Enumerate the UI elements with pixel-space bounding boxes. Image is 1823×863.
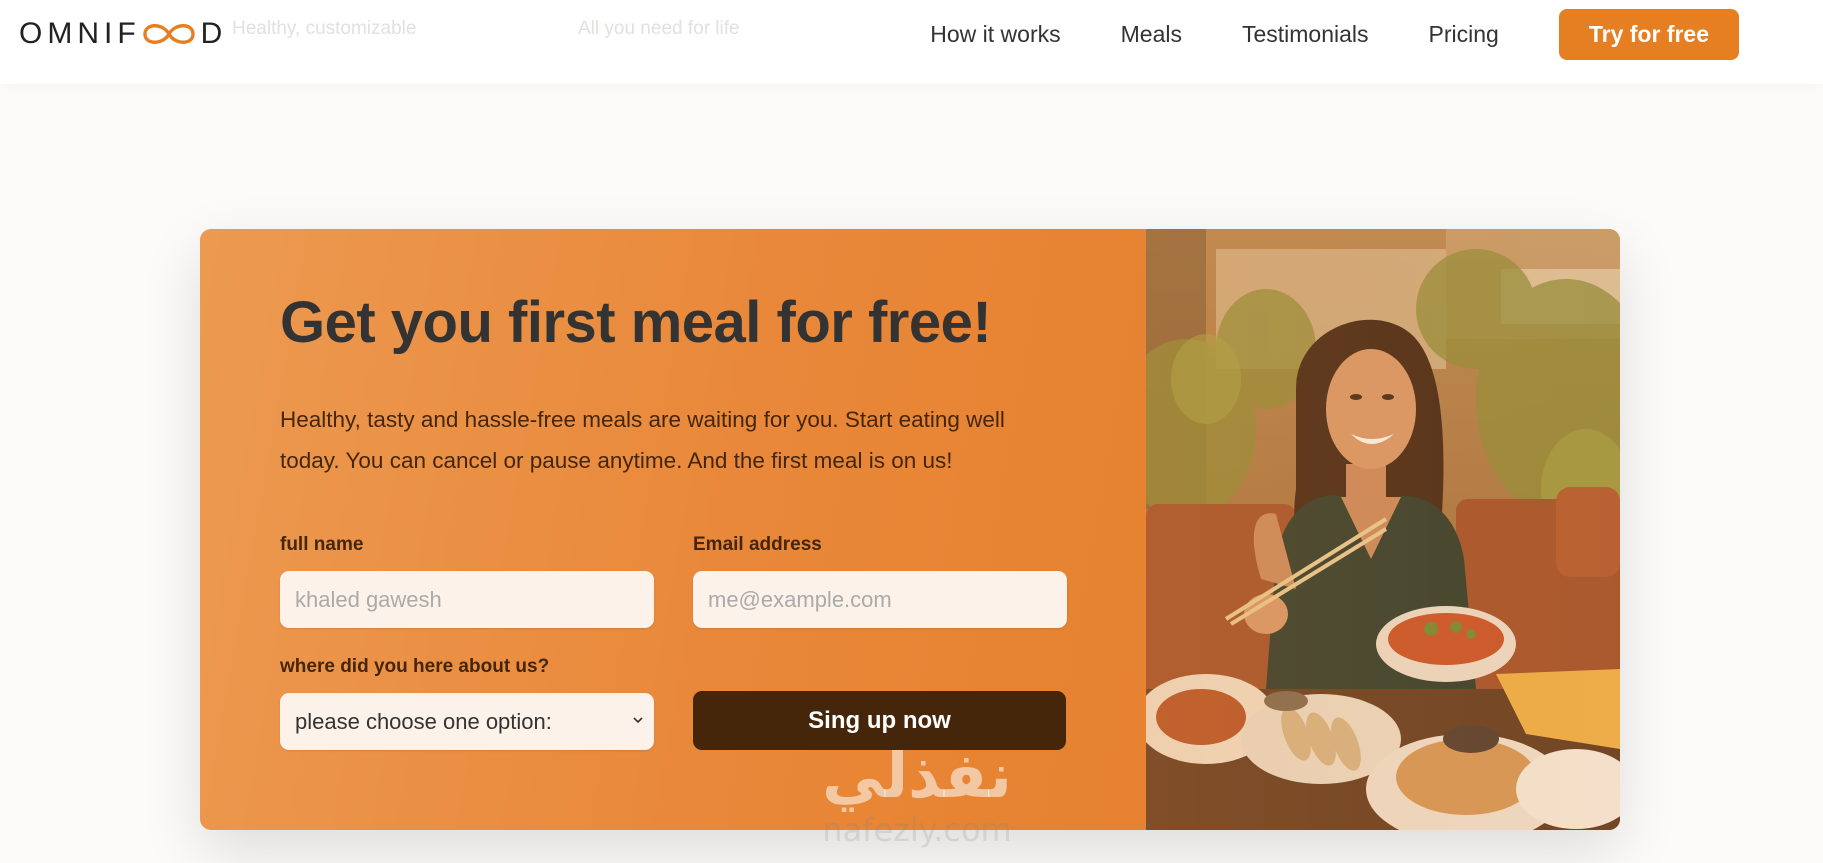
nav-link-testimonials[interactable]: Testimonials [1242, 21, 1369, 48]
cta-description: Healthy, tasty and hassle-free meals are… [280, 407, 1005, 473]
email-input[interactable] [693, 571, 1067, 628]
site-header: Healthy, customizable All you need for l… [0, 0, 1823, 84]
try-for-free-button[interactable]: Try for free [1558, 8, 1739, 60]
woman-eating-photo [1116, 229, 1620, 830]
main-nav: How it works Meals Testimonials Pricing … [930, 8, 1799, 60]
full-name-input[interactable] [280, 571, 654, 628]
header-ghost-text: All you need for life [578, 18, 740, 39]
infinity-logo-icon [142, 24, 195, 44]
source-select-value: please choose one option: [295, 708, 552, 734]
cta-image [1116, 229, 1620, 830]
source-select[interactable]: please choose one option: [280, 693, 654, 750]
logo-text-left: OMNIF [19, 17, 141, 50]
full-name-label: full name [280, 534, 364, 555]
email-label: Email address [693, 534, 822, 555]
source-label: where did you here about us? [280, 656, 550, 677]
nav-link-how-it-works[interactable]: How it works [930, 21, 1060, 48]
logo[interactable]: OMNIF D [19, 17, 227, 51]
chevron-down-icon [633, 717, 643, 724]
cta-card: Get you first meal for free! Healthy, ta… [200, 229, 1620, 830]
header-ghost-text: Healthy, customizable [232, 18, 417, 39]
cta-form-panel: Get you first meal for free! Healthy, ta… [200, 229, 1146, 830]
cta-title: Get you first meal for free! [280, 290, 992, 355]
nav-link-meals[interactable]: Meals [1121, 21, 1182, 48]
logo-text-right: D [200, 17, 228, 50]
sign-up-button[interactable]: Sing up now [693, 691, 1066, 750]
nav-link-pricing[interactable]: Pricing [1429, 21, 1499, 48]
